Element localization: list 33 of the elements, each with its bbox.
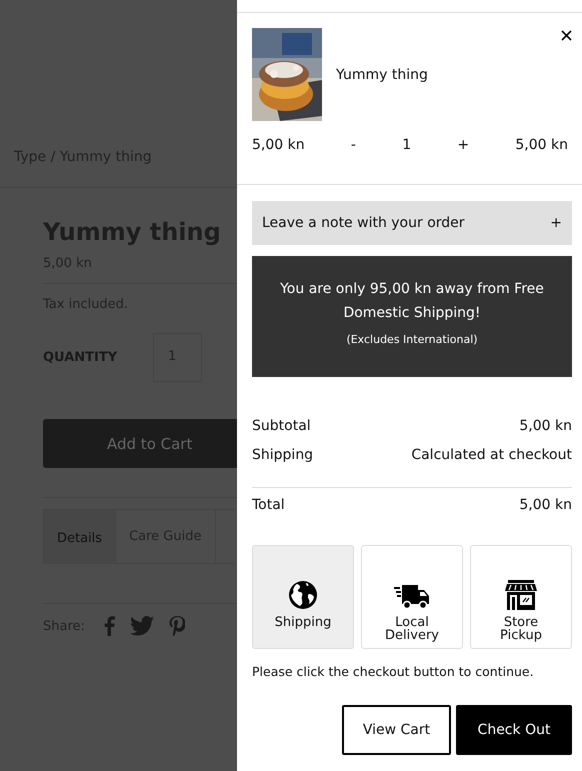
delivery-option[interactable]: Local Delivery <box>361 545 463 649</box>
check-out-button[interactable]: Check Out <box>456 705 572 755</box>
note-toggle[interactable]: Leave a note with your order + <box>252 201 572 245</box>
summary-value: 5,00 kn <box>519 418 572 434</box>
increment-button[interactable]: + <box>453 137 474 153</box>
note-label: Leave a note with your order <box>262 215 465 231</box>
total-label: Total <box>252 496 285 512</box>
summary-label: Shipping <box>252 446 314 462</box>
quantity-value: 1 <box>402 137 412 153</box>
item-name[interactable]: Yummy thing <box>336 66 561 82</box>
notice-message: You are only 95,00 kn away from Free Domestic Shipping! <box>279 280 545 323</box>
globe-icon <box>288 580 318 610</box>
option-label: Store Pickup <box>499 616 543 642</box>
unit-price: 5,00 kn <box>252 137 305 153</box>
option-label: Shipping <box>274 616 332 629</box>
plus-sign: + <box>550 215 562 231</box>
truck-icon <box>394 582 430 610</box>
delivery-option[interactable]: Store Pickup <box>470 545 572 649</box>
facebook-icon[interactable] <box>102 616 115 636</box>
twitter-icon[interactable] <box>130 616 154 636</box>
summary-value: Calculated at checkout <box>411 446 572 462</box>
view-cart-button[interactable]: View Cart <box>342 705 451 755</box>
line-total: 5,00 kn <box>515 137 568 153</box>
pinterest-icon[interactable] <box>168 616 185 636</box>
total-value: 5,00 kn <box>519 496 572 512</box>
delivery-option[interactable]: Shipping <box>252 545 354 649</box>
checkout-hint: Please click the checkout button to continue. <box>252 664 535 679</box>
summary-label: Subtotal <box>252 418 311 434</box>
close-icon[interactable] <box>561 30 572 41</box>
decrement-button[interactable]: - <box>346 137 360 153</box>
notice-note: (Excludes International) <box>345 333 479 346</box>
option-label: Local Delivery <box>384 616 440 642</box>
storefront-icon <box>505 580 537 610</box>
